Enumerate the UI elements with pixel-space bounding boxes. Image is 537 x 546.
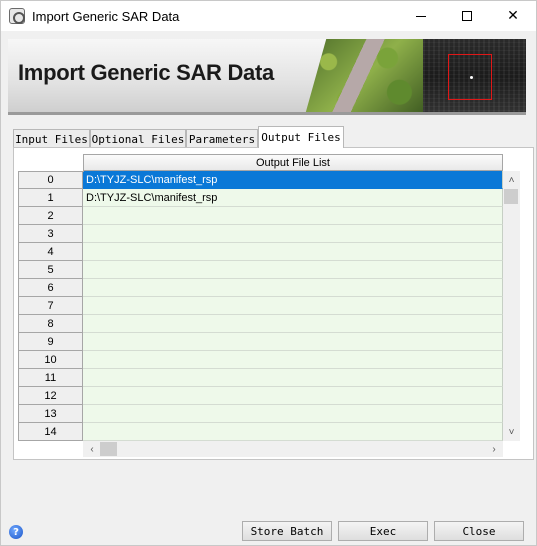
scroll-right-arrow-icon[interactable]: › — [488, 441, 500, 457]
row-number[interactable]: 7 — [18, 297, 83, 315]
output-file-cell[interactable] — [83, 225, 503, 243]
row-number[interactable]: 0 — [18, 171, 83, 189]
row-number[interactable]: 2 — [18, 207, 83, 225]
horizontal-scroll-thumb[interactable] — [100, 442, 117, 456]
output-file-table: 0 D:\TYJZ-SLC\manifest_rsp 1 D:\TYJZ-SLC\ma… — [18, 171, 503, 441]
row-header-top-border — [18, 171, 84, 172]
output-file-cell[interactable]: D:\TYJZ-SLC\manifest_rsp — [83, 189, 503, 207]
store-batch-button[interactable]: Store Batch — [242, 521, 332, 541]
scroll-left-arrow-icon[interactable]: ‹ — [86, 441, 98, 457]
output-file-cell[interactable] — [83, 369, 503, 387]
scroll-up-arrow-icon[interactable]: ˄ — [503, 174, 520, 186]
vertical-scrollbar[interactable]: ˄ ˅ — [503, 171, 520, 441]
output-file-cell[interactable] — [83, 351, 503, 369]
output-file-cell[interactable] — [83, 261, 503, 279]
maximize-button[interactable] — [444, 1, 490, 31]
output-file-cell[interactable] — [83, 315, 503, 333]
row-number[interactable]: 13 — [18, 405, 83, 423]
output-file-cell[interactable] — [83, 207, 503, 225]
table-row[interactable]: 12 — [18, 387, 503, 405]
tab-input-files[interactable]: Input Files — [13, 129, 90, 148]
table-row[interactable]: 1 D:\TYJZ-SLC\manifest_rsp — [18, 189, 503, 207]
table-row[interactable]: 13 — [18, 405, 503, 423]
table-row[interactable]: 10 — [18, 351, 503, 369]
vertical-scroll-thumb[interactable] — [504, 189, 518, 204]
app-icon — [9, 8, 25, 24]
row-number[interactable]: 14 — [18, 423, 83, 441]
row-number[interactable]: 5 — [18, 261, 83, 279]
scroll-down-arrow-icon[interactable]: ˅ — [503, 426, 520, 438]
table-row[interactable]: 3 — [18, 225, 503, 243]
minimize-icon — [416, 15, 426, 17]
table-row[interactable]: 9 — [18, 333, 503, 351]
table-row[interactable]: 7 — [18, 297, 503, 315]
output-file-cell[interactable]: D:\TYJZ-SLC\manifest_rsp — [83, 171, 503, 189]
window-title: Import Generic SAR Data — [32, 9, 180, 24]
minimize-button[interactable] — [398, 1, 444, 31]
tab-parameters[interactable]: Parameters — [186, 129, 258, 148]
output-file-cell[interactable] — [83, 405, 503, 423]
close-button[interactable]: Close — [434, 521, 524, 541]
close-window-button[interactable]: ✕ — [490, 1, 536, 31]
import-generic-sar-window: Import Generic SAR Data ✕ Import Generic… — [0, 0, 537, 546]
row-number[interactable]: 6 — [18, 279, 83, 297]
output-file-cell[interactable] — [83, 387, 503, 405]
tab-output-files[interactable]: Output Files — [258, 126, 344, 148]
table-row[interactable]: 6 — [18, 279, 503, 297]
tab-optional-files[interactable]: Optional Files — [90, 129, 186, 148]
maximize-icon — [462, 11, 472, 21]
header-banner: Import Generic SAR Data — [8, 39, 526, 115]
row-number[interactable]: 3 — [18, 225, 83, 243]
close-icon: ✕ — [507, 8, 519, 24]
scrollbar-corner — [18, 441, 83, 457]
row-number[interactable]: 11 — [18, 369, 83, 387]
banner-title: Import Generic SAR Data — [18, 60, 274, 85]
banner-aerial-image — [305, 39, 423, 112]
row-number[interactable]: 12 — [18, 387, 83, 405]
output-file-cell[interactable] — [83, 423, 503, 441]
output-file-cell[interactable] — [83, 279, 503, 297]
table-row[interactable]: 2 — [18, 207, 503, 225]
banner-sar-image — [423, 39, 526, 112]
output-file-cell[interactable] — [83, 243, 503, 261]
output-file-cell[interactable] — [83, 297, 503, 315]
output-file-cell[interactable] — [83, 333, 503, 351]
help-icon[interactable]: ? — [9, 525, 23, 539]
exec-button[interactable]: Exec — [338, 521, 428, 541]
table-row[interactable]: 11 — [18, 369, 503, 387]
table-row[interactable]: 4 — [18, 243, 503, 261]
horizontal-scrollbar[interactable]: ‹ › — [83, 441, 503, 457]
title-bar: Import Generic SAR Data ✕ — [1, 1, 536, 31]
table-row[interactable]: 0 D:\TYJZ-SLC\manifest_rsp — [18, 171, 503, 189]
sar-target-dot — [470, 76, 473, 79]
table-row[interactable]: 8 — [18, 315, 503, 333]
row-number[interactable]: 8 — [18, 315, 83, 333]
column-header-output-file-list[interactable]: Output File List — [83, 154, 503, 171]
row-number[interactable]: 10 — [18, 351, 83, 369]
row-number[interactable]: 9 — [18, 333, 83, 351]
row-number[interactable]: 4 — [18, 243, 83, 261]
table-row[interactable]: 5 — [18, 261, 503, 279]
row-number[interactable]: 1 — [18, 189, 83, 207]
table-row[interactable]: 14 — [18, 423, 503, 441]
